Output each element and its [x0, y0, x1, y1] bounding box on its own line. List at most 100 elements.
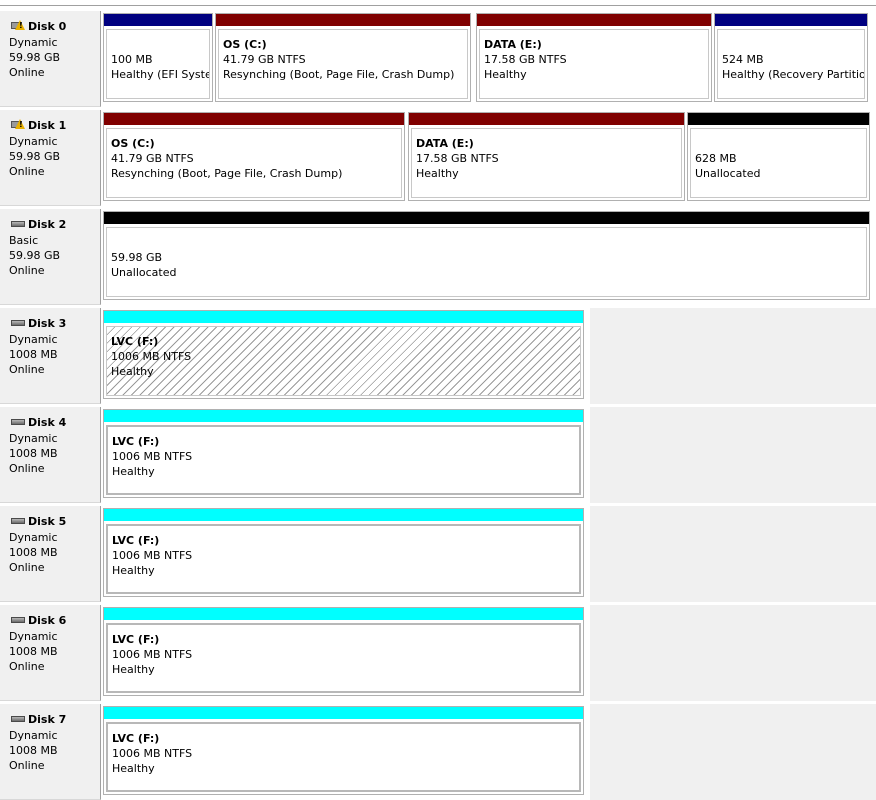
disk-type: Dynamic	[9, 333, 58, 346]
disk-info: Dynamic 1008 MB Online	[9, 431, 58, 476]
volume-size: 41.79 GB NTFS	[223, 53, 306, 66]
volume-size: 41.79 GB NTFS	[111, 152, 194, 165]
volume-size: 1006 MB NTFS	[112, 549, 193, 562]
volume-type-bar	[104, 113, 404, 125]
disk-row: Disk 5 Dynamic 1008 MB Online LVC (F:) 1006 M…	[0, 506, 876, 602]
disk-name: Disk 5	[28, 514, 67, 528]
volume-size: 1006 MB NTFS	[112, 747, 193, 760]
volume-size: 628 MB	[695, 152, 737, 165]
disk-label-panel[interactable]: Disk 3 Dynamic 1008 MB Online	[0, 308, 101, 404]
disk-label-panel[interactable]: ! Disk 1 Dynamic 59.98 GB Online	[0, 110, 101, 206]
disk-label-panel[interactable]: Disk 7 Dynamic 1008 MB Online	[0, 704, 101, 800]
disk-row: Disk 6 Dynamic 1008 MB Online LVC (F:) 1006 M…	[0, 605, 876, 701]
disk-name: Disk 4	[28, 415, 67, 429]
disk-status: Online	[9, 264, 45, 277]
volume-area: LVC (F:) 1006 MB NTFS Healthy	[103, 704, 597, 800]
disk-warning-icon: !	[11, 119, 26, 131]
disk-label-panel[interactable]: ! Disk 0 Dynamic 59.98 GB Online	[0, 11, 101, 107]
disk-size: 59.98 GB	[9, 51, 61, 64]
volume-type-bar	[104, 509, 583, 521]
disk-size: 1008 MB	[9, 645, 58, 658]
volume-size: 524 MB	[722, 53, 764, 66]
volume-status: Healthy	[112, 465, 155, 478]
volume-status: Healthy (Recovery Partition)	[722, 68, 865, 81]
volume-block[interactable]: 100 MB Healthy (EFI System Partition)	[103, 13, 213, 102]
volume-block[interactable]: 59.98 GB Unallocated	[103, 211, 870, 300]
disk-type: Dynamic	[9, 729, 58, 742]
disk-name-line: Disk 6	[11, 613, 66, 627]
volume-block[interactable]: LVC (F:) 1006 MB NTFS Healthy	[103, 607, 584, 696]
volume-block[interactable]: LVC (F:) 1006 MB NTFS Healthy	[103, 310, 584, 399]
disk-icon	[11, 518, 25, 524]
volume-block[interactable]: OS (C:) 41.79 GB NTFS Resynching (Boot, Pa…	[103, 112, 405, 201]
disk-status: Online	[9, 462, 45, 475]
empty-space	[590, 506, 876, 602]
volume-block[interactable]: DATA (E:) 17.58 GB NTFS Healthy	[408, 112, 685, 201]
empty-space	[590, 407, 876, 503]
disk-type: Dynamic	[9, 135, 58, 148]
disk-name: Disk 7	[28, 712, 67, 726]
disk-icon	[11, 419, 25, 425]
volume-block[interactable]: LVC (F:) 1006 MB NTFS Healthy	[103, 508, 584, 597]
disk-icon	[11, 320, 25, 326]
warning-mark: !	[19, 21, 23, 30]
disk-icon	[11, 617, 25, 623]
volume-status: Healthy	[416, 167, 459, 180]
disk-status: Online	[9, 165, 45, 178]
disk-size: 1008 MB	[9, 348, 58, 361]
disk-label-panel[interactable]: Disk 2 Basic 59.98 GB Online	[0, 209, 101, 305]
disk-type: Basic	[9, 234, 39, 247]
volume-status: Unallocated	[111, 266, 177, 279]
empty-space	[590, 704, 876, 800]
disk-size: 1008 MB	[9, 744, 58, 757]
volume-name: DATA (E:)	[484, 38, 542, 51]
volume-details: OS (C:) 41.79 GB NTFS Resynching (Boot, Pa…	[218, 29, 468, 99]
disk-type: Dynamic	[9, 531, 58, 544]
volume-block[interactable]: DATA (E:) 17.58 GB NTFS Healthy	[476, 13, 712, 102]
volume-status: Resynching (Boot, Page File, Crash Dump)	[111, 167, 343, 180]
volume-name: LVC (F:)	[112, 732, 160, 745]
disk-name-line: ! Disk 0	[11, 19, 66, 33]
disk-label-panel[interactable]: Disk 5 Dynamic 1008 MB Online	[0, 506, 101, 602]
volume-details: OS (C:) 41.79 GB NTFS Resynching (Boot, Pa…	[106, 128, 402, 198]
disk-name: Disk 0	[28, 19, 67, 33]
warning-mark: !	[19, 120, 23, 129]
volume-name: DATA (E:)	[416, 137, 474, 150]
volume-block[interactable]: LVC (F:) 1006 MB NTFS Healthy	[103, 706, 584, 795]
disk-size: 59.98 GB	[9, 150, 61, 163]
volume-block[interactable]: OS (C:) 41.79 GB NTFS Resynching (Boot, Pa…	[215, 13, 471, 102]
volume-area: OS (C:) 41.79 GB NTFS Resynching (Boot, Pa…	[103, 110, 876, 206]
volume-block[interactable]: 524 MB Healthy (Recovery Partition)	[714, 13, 868, 102]
volume-type-bar	[477, 14, 711, 26]
disk-label-panel[interactable]: Disk 6 Dynamic 1008 MB Online	[0, 605, 101, 701]
disk-status: Online	[9, 759, 45, 772]
disk-status: Online	[9, 561, 45, 574]
volume-status: Healthy	[111, 365, 154, 378]
volume-type-bar	[409, 113, 684, 125]
volume-details: 628 MB Unallocated	[690, 128, 867, 198]
volume-status: Healthy	[112, 762, 155, 775]
disk-size: 59.98 GB	[9, 249, 61, 262]
disk-name-line: Disk 4	[11, 415, 66, 429]
disk-info: Dynamic 1008 MB Online	[9, 728, 58, 773]
volume-status: Healthy	[484, 68, 527, 81]
disk-name: Disk 1	[28, 118, 67, 132]
volume-type-bar	[688, 113, 869, 125]
pane-divider	[0, 0, 876, 6]
disk-type: Dynamic	[9, 432, 58, 445]
volume-size: 17.58 GB NTFS	[416, 152, 499, 165]
volume-details: LVC (F:) 1006 MB NTFS Healthy	[106, 722, 581, 792]
disk-name-line: ! Disk 1	[11, 118, 66, 132]
disk-info: Dynamic 1008 MB Online	[9, 629, 58, 674]
volume-details: 100 MB Healthy (EFI System Partition)	[106, 29, 210, 99]
disk-label-panel[interactable]: Disk 4 Dynamic 1008 MB Online	[0, 407, 101, 503]
volume-type-bar	[715, 14, 867, 26]
disk-icon	[11, 221, 25, 227]
volume-type-bar	[104, 14, 212, 26]
volume-area: 100 MB Healthy (EFI System Partition) OS (…	[103, 11, 876, 107]
volume-block[interactable]: LVC (F:) 1006 MB NTFS Healthy	[103, 409, 584, 498]
volume-name: LVC (F:)	[112, 435, 160, 448]
disk-size: 1008 MB	[9, 546, 58, 559]
disk-name-line: Disk 7	[11, 712, 66, 726]
volume-block[interactable]: 628 MB Unallocated	[687, 112, 870, 201]
